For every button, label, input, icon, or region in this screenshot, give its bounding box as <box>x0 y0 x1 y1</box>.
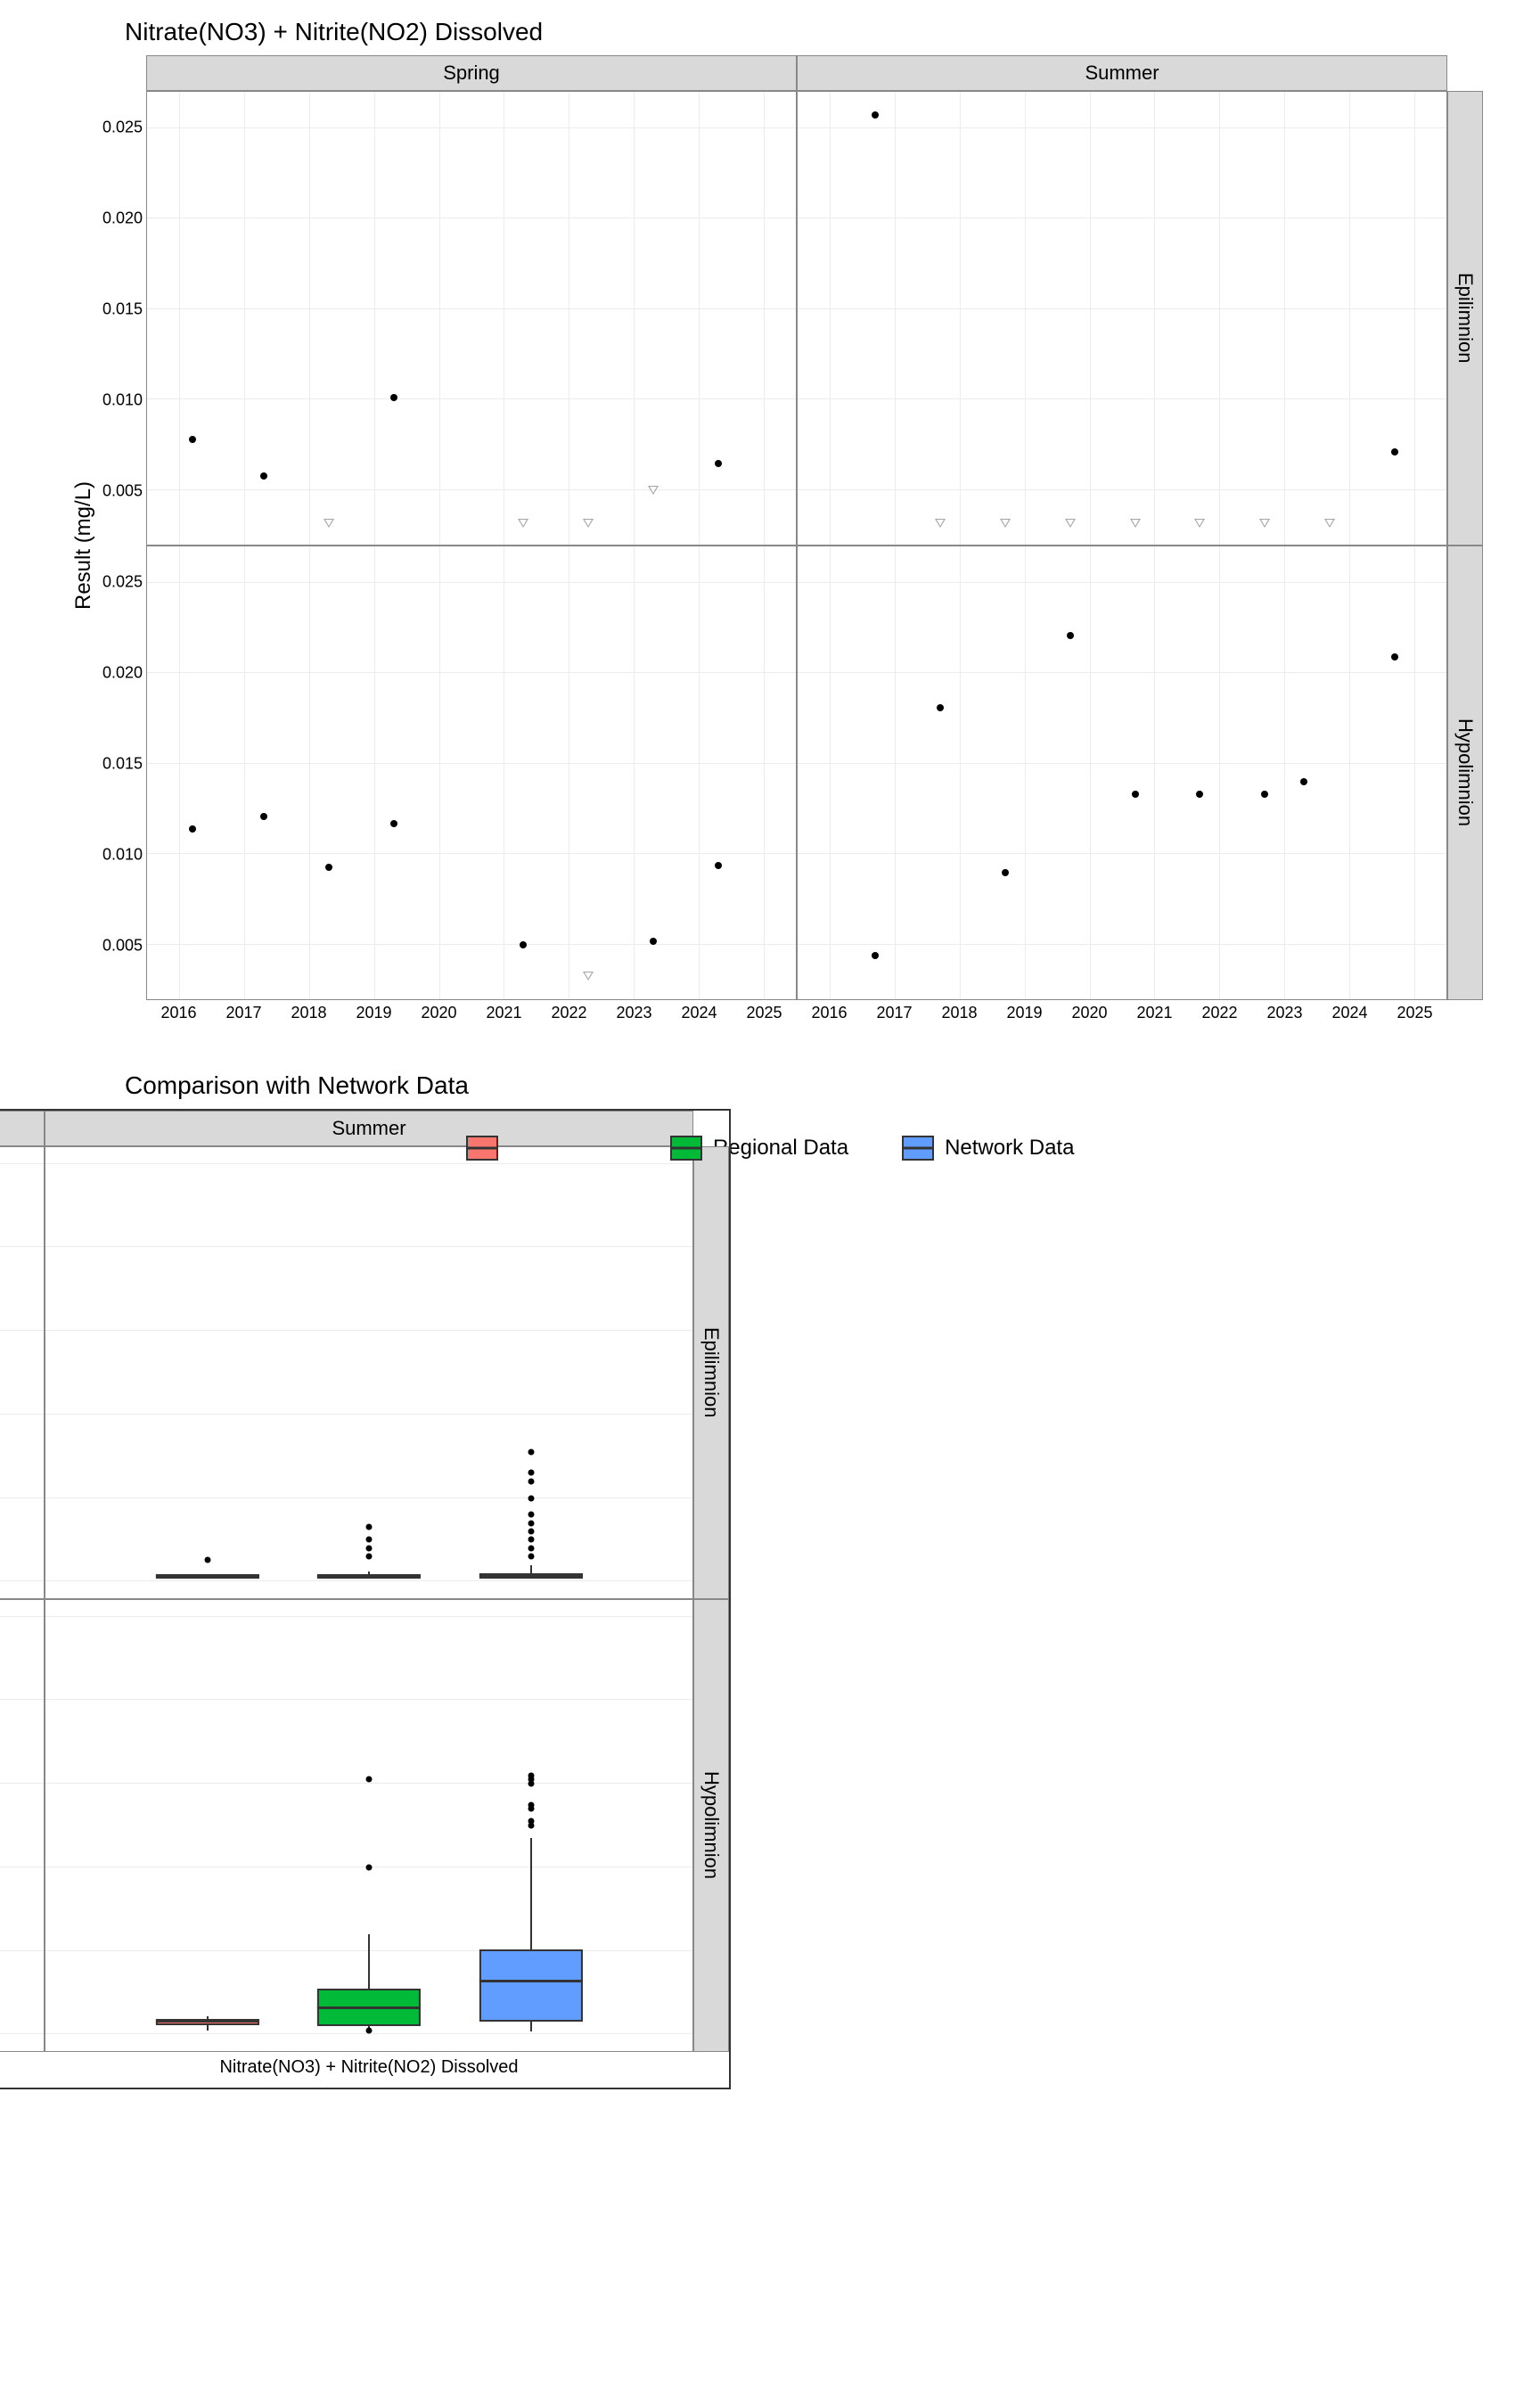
box-regional-data <box>317 1989 421 2026</box>
outlier-point <box>528 1554 534 1560</box>
data-point <box>1132 791 1139 798</box>
scatter-facet-chart: Nitrate(NO3) + Nitrite(NO2) Dissolved Re… <box>18 18 1522 1036</box>
outlier-point <box>528 1449 534 1456</box>
panel-summer-epi <box>797 91 1447 546</box>
bpanel-summer-hypo <box>45 1599 693 2052</box>
outlier-point <box>528 1478 534 1484</box>
bpanel-spring-epi <box>0 1146 45 1599</box>
censored-point <box>1065 519 1076 528</box>
outlier-point <box>528 1529 534 1535</box>
data-point <box>1002 869 1009 876</box>
outlier-point <box>528 1818 534 1825</box>
data-point <box>715 862 722 869</box>
data-point <box>872 111 879 119</box>
data-point <box>1300 778 1307 785</box>
outlier-point <box>366 1554 373 1560</box>
data-point <box>1261 791 1268 798</box>
xcat-spring: Nitrate(NO3) + Nitrite(NO2) Dissolved <box>0 2052 45 2088</box>
outlier-point <box>528 1470 534 1476</box>
panel-summer-hypo <box>797 546 1447 1000</box>
legend-swatch-regional <box>670 1136 702 1161</box>
outlier-point <box>528 1545 534 1551</box>
censored-point <box>583 972 594 981</box>
data-point <box>260 813 267 820</box>
data-point <box>260 472 267 480</box>
legend-item-network: Network Data <box>902 1136 1074 1161</box>
outlier-point <box>528 1772 534 1778</box>
outlier-point <box>366 1537 373 1543</box>
outlier-point <box>528 1520 534 1526</box>
outlier-point <box>528 1537 534 1543</box>
outlier-point <box>366 2027 373 2033</box>
row-strip-hypo: Hypolimnion <box>1447 546 1483 1000</box>
outlier-point <box>366 1776 373 1783</box>
panel-spring-hypo <box>146 546 797 1000</box>
legend-swatch-network <box>902 1136 934 1161</box>
outlier-point <box>366 1864 373 1870</box>
censored-point <box>324 519 334 528</box>
data-point <box>715 460 722 467</box>
col-strip-summer: Summer <box>797 55 1447 91</box>
box-diana-lake <box>155 1575 258 1579</box>
censored-point <box>518 519 528 528</box>
box-regional-data <box>317 1575 421 1579</box>
panel-spring-epi <box>146 91 797 546</box>
data-point <box>937 704 944 711</box>
box-network-data <box>479 1573 582 1580</box>
row-strip-hypo-b: Hypolimnion <box>693 1599 729 2052</box>
data-point <box>1196 791 1203 798</box>
data-point <box>189 436 196 443</box>
data-point <box>872 952 879 959</box>
bpanel-summer-epi <box>45 1146 693 1599</box>
boxplot-title: Comparison with Network Data <box>125 1071 1522 1100</box>
data-point <box>189 825 196 833</box>
data-point <box>390 394 397 401</box>
row-strip-epi: Epilimnion <box>1447 91 1483 546</box>
boxplot-grid: Results (mg/L) Spring Summer 0.00.10.20.… <box>0 1109 731 2089</box>
censored-point <box>1130 519 1141 528</box>
scatter-title: Nitrate(NO3) + Nitrite(NO2) Dissolved <box>125 18 1522 46</box>
outlier-point <box>528 1495 534 1501</box>
xticks-spring: 2016201720182019202020212022202320242025 <box>146 1000 797 1036</box>
yticks-top-hypo: 0.0050.0100.0150.0200.025 <box>111 546 146 1000</box>
legend-label-network: Network Data <box>945 1136 1074 1161</box>
legend-label-regional: Regional Data <box>713 1136 848 1161</box>
censored-point <box>648 486 659 495</box>
yticks-top-epi: 0.0050.0100.0150.0200.025 <box>111 91 146 546</box>
col-strip-spring: Spring <box>146 55 797 91</box>
legend-swatch-diana <box>466 1136 498 1161</box>
boxplot-facet-chart: Comparison with Network Data Results (mg… <box>18 1071 1522 1100</box>
box-network-data <box>479 1949 582 2023</box>
xticks-summer: 2016201720182019202020212022202320242025 <box>797 1000 1447 1036</box>
censored-point <box>583 519 594 528</box>
censored-point <box>935 519 946 528</box>
legend-item-regional: Regional Data <box>670 1136 848 1161</box>
data-point <box>650 938 657 945</box>
xcat-summer: Nitrate(NO3) + Nitrite(NO2) Dissolved <box>45 2052 693 2088</box>
data-point <box>325 864 332 871</box>
outlier-point <box>528 1512 534 1518</box>
data-point <box>520 941 527 948</box>
data-point <box>390 820 397 827</box>
data-point <box>1067 632 1074 639</box>
censored-point <box>1324 519 1335 528</box>
censored-point <box>1259 519 1270 528</box>
scatter-grid: Result (mg/L) Spring Summer 0.0050.0100.… <box>57 55 1483 1036</box>
censored-point <box>1194 519 1205 528</box>
data-point <box>1391 448 1398 455</box>
col-strip-summer-b: Summer <box>45 1111 693 1146</box>
bpanel-spring-hypo <box>0 1599 45 2052</box>
outlier-point <box>366 1524 373 1530</box>
outlier-point <box>204 1556 210 1563</box>
censored-point <box>1000 519 1011 528</box>
outlier-point <box>366 1545 373 1551</box>
box-diana-lake <box>155 2019 258 2025</box>
col-strip-spring-b: Spring <box>0 1111 45 1146</box>
data-point <box>1391 653 1398 661</box>
row-strip-epi-b: Epilimnion <box>693 1146 729 1599</box>
outlier-point <box>528 1801 534 1808</box>
